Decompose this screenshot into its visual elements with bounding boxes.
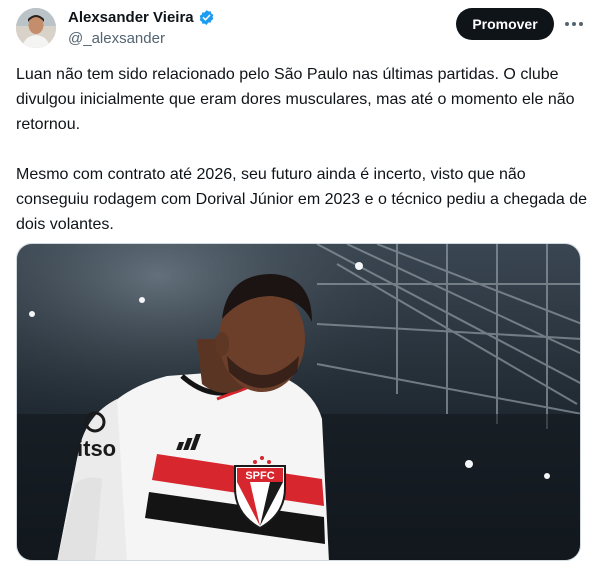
jersey-crest-text: SPFC: [245, 470, 274, 482]
author-name[interactable]: Alexsander Vieira: [68, 9, 194, 26]
jersey-sponsor-text: itso: [77, 436, 116, 461]
verified-badge-icon: [198, 9, 215, 26]
tweet-paragraph: Mesmo com contrato até 2026, seu futuro …: [16, 166, 588, 233]
more-horizontal-icon[interactable]: [563, 13, 585, 35]
author-name-row[interactable]: Alexsander Vieira: [68, 9, 215, 26]
tweet-paragraph: Luan não tem sido relacionado pelo São P…: [16, 66, 575, 133]
tweet-text: Luan não tem sido relacionado pelo São P…: [16, 62, 588, 237]
tweet-media-photo[interactable]: SPFC itso: [16, 243, 581, 561]
avatar[interactable]: [16, 8, 56, 48]
promote-button[interactable]: Promover: [456, 8, 554, 40]
author-handle[interactable]: @_alexsander: [68, 30, 165, 47]
